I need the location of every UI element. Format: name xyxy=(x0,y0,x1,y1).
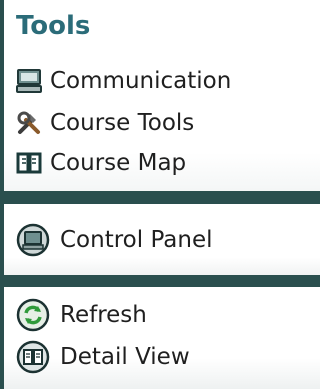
detail-view-label: Detail View xyxy=(60,343,190,370)
refresh-link[interactable]: Refresh xyxy=(16,298,147,332)
control-panel-link[interactable]: Control Panel xyxy=(16,223,213,257)
communication-label: Communication xyxy=(50,67,232,94)
tools-icon xyxy=(16,110,42,136)
refresh-label: Refresh xyxy=(60,301,147,328)
computer-icon xyxy=(16,68,42,94)
control-panel-icon xyxy=(16,223,50,257)
control-panel-label: Control Panel xyxy=(60,226,213,253)
control-panel-section: Control Panel xyxy=(4,204,320,275)
course-map-label: Course Map xyxy=(50,149,187,176)
tools-title: Tools xyxy=(16,11,91,41)
refresh-icon xyxy=(16,298,50,332)
view-section: Refresh Detail View xyxy=(4,287,320,389)
detail-view-icon xyxy=(16,340,50,374)
detail-view-link[interactable]: Detail View xyxy=(16,340,190,374)
course-tools-label: Course Tools xyxy=(50,109,195,136)
tools-panel: Tools Communication Course Tools Course … xyxy=(4,0,320,191)
communication-link[interactable]: Communication xyxy=(16,68,231,94)
book-icon xyxy=(16,150,42,176)
course-tools-link[interactable]: Course Tools xyxy=(16,110,194,136)
course-map-link[interactable]: Course Map xyxy=(16,150,186,176)
